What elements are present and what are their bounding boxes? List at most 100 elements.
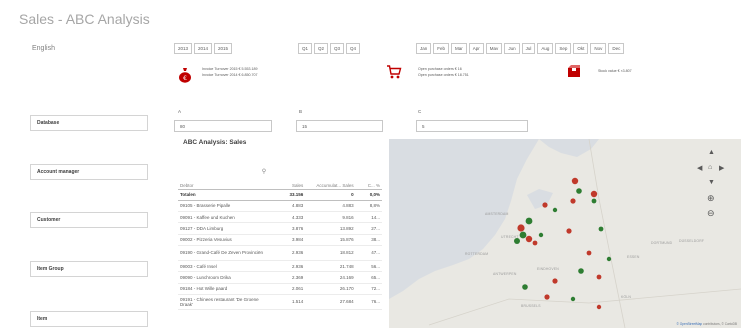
table-row[interactable]: 09127 - DDA Limburg 3.876 13.892 27... <box>178 222 382 235</box>
cell-pct: 56... <box>355 260 382 273</box>
cell-debtor: 09091 - Kaffee und Kuchen <box>178 211 271 224</box>
map-marker <box>522 284 528 290</box>
attribution-link[interactable]: © OpenStreetMap <box>676 322 702 326</box>
totals-row: Totalen 33.156 0 0,0% <box>178 189 382 201</box>
month-button[interactable]: Aug <box>537 43 554 54</box>
pan-down-button[interactable]: ▼ <box>708 179 715 186</box>
table-row[interactable]: 09191 - Chinees restaurant 'De Groene Dr… <box>178 294 382 310</box>
month-button[interactable]: Okt <box>573 43 589 54</box>
kpi-line: Open purchase orders € 18.751 <box>418 72 469 77</box>
pan-up-button[interactable]: ▲ <box>708 149 715 156</box>
class-c-input[interactable]: 5 <box>416 120 528 132</box>
month-button[interactable]: Dec <box>608 43 625 54</box>
map-marker <box>532 240 538 246</box>
table-title: ABC Analysis: Sales <box>183 139 247 146</box>
class-b-input[interactable]: 15 <box>296 120 383 132</box>
month-button[interactable]: Sep <box>555 43 572 54</box>
cell-debtor: 09127 - DDA Limburg <box>178 222 271 235</box>
year-filter: 2013 2014 2015 <box>174 43 234 54</box>
quarter-button[interactable]: Q1 <box>298 43 313 54</box>
month-button[interactable]: Mar <box>451 43 467 54</box>
map-marker <box>576 188 582 194</box>
cell-accum: 24.169 <box>305 271 356 284</box>
map-marker <box>570 296 576 302</box>
month-button[interactable]: Jun <box>504 43 520 54</box>
zoom-in-icon[interactable]: ⊕ <box>707 194 715 203</box>
class-a-input[interactable]: 80 <box>174 120 272 132</box>
quarter-button[interactable]: Q2 <box>314 43 329 54</box>
cell-sales: 2.369 <box>270 271 306 284</box>
table-row[interactable]: 09003 - Café Insel 2.936 21.748 56... <box>178 260 382 273</box>
month-button[interactable]: Mav <box>485 43 503 54</box>
customer-map[interactable]: AMSTERDAM UTRECHT ROTTERDAM ANTWERPEN EI… <box>389 139 741 328</box>
column-header-debtor[interactable]: ⚲ Debtor <box>178 165 271 190</box>
filter-account-manager[interactable]: Account manager <box>30 164 148 180</box>
quarter-button[interactable]: Q3 <box>330 43 345 54</box>
cell-accum: 21.748 <box>305 260 356 273</box>
map-marker <box>514 238 520 244</box>
language-label[interactable]: English <box>32 45 55 52</box>
map-marker <box>566 228 572 234</box>
month-button[interactable]: Jan <box>416 43 432 54</box>
year-button[interactable]: 2014 <box>194 43 213 54</box>
quarter-button[interactable]: Q4 <box>346 43 361 54</box>
cell-sales: 1.514 <box>270 294 306 310</box>
kpi-line: Open purchase orders € 16 <box>418 67 462 71</box>
map-marker <box>542 202 548 208</box>
cell-sales: 2.936 <box>270 245 306 261</box>
cell-sales: 2.936 <box>270 260 306 273</box>
filter-item[interactable]: Item <box>30 311 148 327</box>
year-button[interactable]: 2013 <box>174 43 193 54</box>
cell-debtor: 09184 - Hot Wille paard <box>178 283 271 295</box>
table-row[interactable]: 09184 - Hot Wille paard 2.061 26.170 72... <box>178 283 382 295</box>
pan-left-button[interactable]: ◀ <box>697 165 702 172</box>
pan-right-button[interactable]: ▶ <box>719 165 724 172</box>
table-row[interactable]: 09090 - Lunchroom Drika 2.369 24.169 65... <box>178 271 382 284</box>
cell-pct: 72... <box>355 283 382 295</box>
cell-pct: 27... <box>355 222 382 235</box>
map-marker <box>598 226 604 232</box>
cell-debtor: 09191 - Chinees restaurant 'De Groene Dr… <box>178 294 271 310</box>
table-row[interactable]: 09002 - Pizzeria Vesuvius 3.984 15.876 38..… <box>178 234 382 246</box>
filter-label: Item Group <box>37 266 64 272</box>
filter-customer[interactable]: Customer <box>30 212 148 228</box>
column-header-cumulative-percent[interactable]: C... % <box>355 165 382 190</box>
year-button[interactable]: 2015 <box>214 43 233 54</box>
search-icon[interactable]: ⚲ <box>262 168 266 175</box>
page-title: Sales - ABC Analysis <box>19 11 150 27</box>
map-marker <box>570 198 576 204</box>
table-row[interactable]: 09091 - Kaffee und Kuchen 4.333 9.816 14... <box>178 211 382 224</box>
map-marker <box>591 198 597 204</box>
month-button[interactable]: Nov <box>590 43 607 54</box>
map-marker <box>606 256 612 262</box>
map-marker <box>596 274 602 280</box>
column-header-sales[interactable]: Sales <box>270 165 306 190</box>
map-marker <box>578 268 584 274</box>
table-row[interactable]: 09105 - Brasserie Pipalle 4.883 4.883 8,8% <box>178 200 382 213</box>
abc-table-panel: ABC Analysis: Sales ⚲ Debtor Sales Accum… <box>174 137 384 328</box>
map-marker <box>590 190 598 198</box>
class-b-label: B <box>299 109 303 114</box>
column-header-accumulated-sales[interactable]: Accumulat... Sales <box>305 165 356 190</box>
filter-label: Account manager <box>37 169 80 175</box>
moneybag-icon: € <box>178 67 192 86</box>
table-row[interactable]: 09190 - Grand-Café De Zeven Provinciën 2.… <box>178 245 382 261</box>
cell-pct: 47... <box>355 245 382 261</box>
cell-debtor: 09105 - Brasserie Pipalle <box>178 200 271 213</box>
cell-sales: 3.984 <box>270 234 306 246</box>
cell-accum: 13.892 <box>305 222 356 235</box>
month-button[interactable]: Feb <box>433 43 450 54</box>
cell-sales: 3.876 <box>270 222 306 235</box>
map-marker <box>552 207 558 213</box>
filter-item-group[interactable]: Item Group <box>30 261 148 277</box>
kpi-line: Stock value € ×3.807 <box>598 69 632 73</box>
filter-database[interactable]: Database <box>30 115 148 131</box>
home-icon[interactable]: ⌂ <box>708 164 712 171</box>
cell-sales: 33.156 <box>270 189 306 201</box>
month-button[interactable]: Apr <box>468 43 484 54</box>
svg-text:€: € <box>183 75 187 82</box>
cell-pct: 8,8% <box>355 200 382 213</box>
month-button[interactable]: Jul <box>521 43 536 54</box>
filter-label: Item <box>37 316 48 322</box>
zoom-out-icon[interactable]: ⊖ <box>707 209 715 218</box>
